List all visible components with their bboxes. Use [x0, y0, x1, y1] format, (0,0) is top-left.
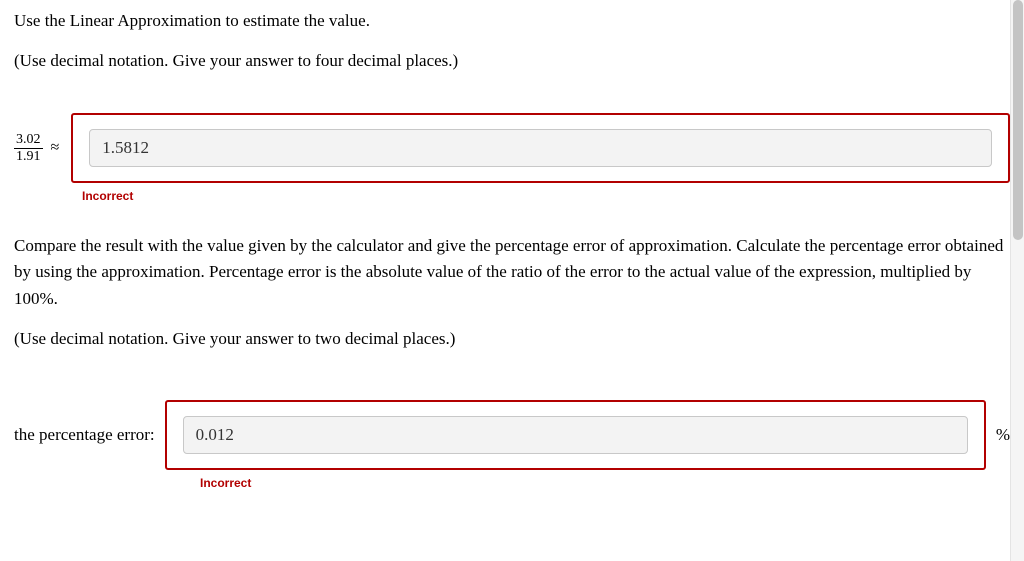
q2-instruction-line2: (Use decimal notation. Give your answer … — [14, 326, 1010, 352]
q2-answer-box — [165, 400, 986, 470]
scrollbar-track[interactable] — [1010, 0, 1024, 561]
fraction-numerator: 3.02 — [14, 132, 43, 148]
q2-answer-row: the percentage error: % — [14, 400, 1010, 470]
q1-answer-input[interactable] — [89, 129, 992, 167]
q1-instruction-line2: (Use decimal notation. Give your answer … — [14, 48, 1010, 74]
q2-feedback: Incorrect — [200, 474, 1010, 492]
q1-instruction-line1: Use the Linear Approximation to estimate… — [14, 8, 1010, 34]
percent-unit: % — [996, 422, 1010, 448]
fraction: 3.02 1.91 — [14, 132, 43, 164]
q2-answer-input[interactable] — [183, 416, 968, 454]
q2-paragraph: Compare the result with the value given … — [14, 233, 1010, 312]
q1-expression: 3.02 1.91 ≈ — [14, 132, 59, 164]
q1-feedback: Incorrect — [82, 187, 1010, 205]
q2-label: the percentage error: — [14, 422, 155, 448]
fraction-denominator: 1.91 — [14, 149, 43, 164]
q1-answer-row: 3.02 1.91 ≈ — [14, 113, 1010, 183]
approx-symbol: ≈ — [51, 136, 60, 160]
scrollbar-thumb[interactable] — [1013, 0, 1023, 240]
q1-answer-box — [71, 113, 1010, 183]
